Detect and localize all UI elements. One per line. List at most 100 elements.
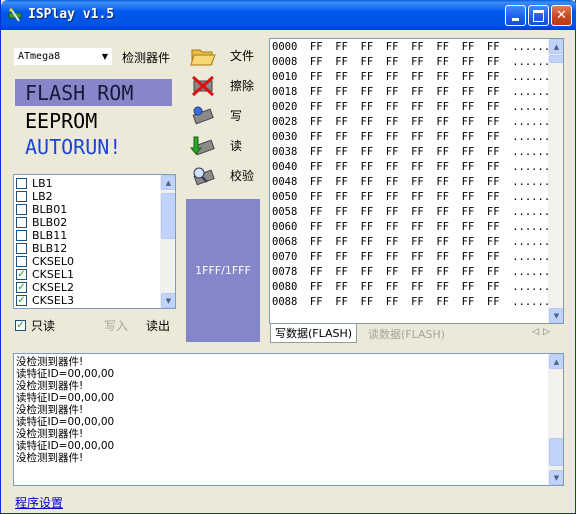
detect-device-button[interactable]: 检测器件 xyxy=(122,49,170,66)
fuse-item[interactable]: LB2 xyxy=(14,190,175,203)
write-button[interactable]: 写 xyxy=(186,102,260,129)
hex-row: 0068 FF FF FF FF FF FF FF FF ........ xyxy=(272,236,563,248)
readonly-label: 只读 xyxy=(31,319,56,333)
fuse-bit-list[interactable]: LB1 LB2 BLB01 BLB02 BLB11 BLB12 CKSEL0 ✓ CKSEL1 ✓… xyxy=(13,174,176,309)
hex-row: 0008 FF FF FF FF FF FF FF FF ........ xyxy=(272,56,563,68)
fuse-item-label: LB2 xyxy=(32,190,53,203)
scroll-up-icon[interactable]: ▲ xyxy=(549,354,563,369)
log-scrollbar[interactable]: ▲ ▼ xyxy=(548,354,563,485)
fuse-item-label: CKSEL2 xyxy=(32,281,74,294)
fuse-item-label: BLB02 xyxy=(32,216,68,229)
log-output[interactable]: 没检测到器件! 读特征ID=00,00,00 没检测到器件! 读特征ID=00,00,… xyxy=(13,353,564,486)
checkbox-icon[interactable]: ✓ xyxy=(15,320,26,331)
hex-row: 0080 FF FF FF FF FF FF FF FF ........ xyxy=(272,281,563,293)
memory-flash-rom[interactable]: FLASH ROM xyxy=(15,79,172,106)
hex-row: 0010 FF FF FF FF FF FF FF FF ........ xyxy=(272,71,563,83)
checkbox-icon[interactable] xyxy=(16,230,27,241)
chip-read-icon xyxy=(190,136,215,155)
log-line: 读特征ID=00,00,00 xyxy=(16,368,115,380)
log-line: 没检测到器件! xyxy=(16,404,84,416)
hex-view[interactable]: 0000 FF FF FF FF FF FF FF FF ........ 000… xyxy=(269,38,564,324)
checkbox-icon[interactable]: ✓ xyxy=(16,295,27,306)
scroll-thumb[interactable] xyxy=(549,438,563,466)
checkbox-icon[interactable] xyxy=(16,217,27,228)
chip-verify-icon xyxy=(193,167,215,185)
fuse-item-label: CKSEL0 xyxy=(32,255,74,268)
progress-text: 1FFF/1FFF xyxy=(195,264,251,277)
checkbox-icon[interactable] xyxy=(16,256,27,267)
log-line: 没检测到器件! xyxy=(16,380,84,392)
minimize-button[interactable] xyxy=(505,5,526,26)
scroll-thumb[interactable] xyxy=(549,55,563,63)
fuse-item[interactable]: ✓ CKSEL2 xyxy=(14,281,175,294)
chip-select-value: ATmega8 xyxy=(18,51,61,62)
checkbox-icon[interactable] xyxy=(16,204,27,215)
program-settings-link[interactable]: 程序设置 xyxy=(15,494,63,511)
scroll-down-icon[interactable]: ▼ xyxy=(549,308,563,323)
file-button-label: 文件 xyxy=(230,49,255,63)
progress-panel: 1FFF/1FFF xyxy=(186,199,260,342)
fuse-item-label: BLB12 xyxy=(32,242,68,255)
tab-read-data[interactable]: 读数据(FLASH) xyxy=(364,324,449,343)
write-button-label: 写 xyxy=(230,109,243,123)
fuse-item-label: LB1 xyxy=(32,177,53,190)
title-bar[interactable]: ISPlay v1.5 xyxy=(1,0,576,30)
scroll-up-icon[interactable]: ▲ xyxy=(161,175,175,190)
log-line: 没检测到器件! xyxy=(16,356,84,368)
write-fuse-button[interactable]: 写入 xyxy=(104,317,128,334)
chip-write-icon xyxy=(192,106,214,124)
hex-row: 0060 FF FF FF FF FF FF FF FF ........ xyxy=(272,221,563,233)
close-button[interactable] xyxy=(551,5,572,26)
hex-row: 0028 FF FF FF FF FF FF FF FF ........ xyxy=(272,116,563,128)
maximize-button[interactable] xyxy=(528,5,549,26)
read-fuse-button[interactable]: 读出 xyxy=(146,317,170,334)
fuse-item[interactable]: ✓ CKSEL3 xyxy=(14,294,175,307)
hex-row: 0050 FF FF FF FF FF FF FF FF ........ xyxy=(272,191,563,203)
scroll-thumb[interactable] xyxy=(161,193,175,239)
hex-row: 0040 FF FF FF FF FF FF FF FF ........ xyxy=(272,161,563,173)
scroll-up-icon[interactable]: ▲ xyxy=(549,39,563,54)
hex-row: 0000 FF FF FF FF FF FF FF FF ........ xyxy=(272,41,563,53)
chevron-down-icon[interactable]: ▼ xyxy=(98,48,112,65)
hex-row: 0058 FF FF FF FF FF FF FF FF ........ xyxy=(272,206,563,218)
erase-button-label: 擦除 xyxy=(230,79,255,93)
read-button[interactable]: 读 xyxy=(186,132,260,159)
erase-button[interactable]: 擦除 xyxy=(186,72,260,99)
hex-row: 0070 FF FF FF FF FF FF FF FF ........ xyxy=(272,251,563,263)
fuse-item-label: CKSEL1 xyxy=(32,268,74,281)
fuse-item[interactable]: LB1 xyxy=(14,177,175,190)
hex-row: 0018 FF FF FF FF FF FF FF FF ........ xyxy=(272,86,563,98)
fuse-list-scrollbar[interactable]: ▲ ▼ xyxy=(160,175,175,308)
checkbox-icon[interactable]: ✓ xyxy=(16,282,27,293)
fuse-item[interactable]: CKSEL0 xyxy=(14,255,175,268)
fuse-item[interactable]: ✓ CKSEL1 xyxy=(14,268,175,281)
fuse-item[interactable]: BLB11 xyxy=(14,229,175,242)
log-line: 读特征ID=00,00,00 xyxy=(16,392,115,404)
chip-erase-icon xyxy=(191,75,215,96)
fuse-item[interactable]: BLB12 xyxy=(14,242,175,255)
memory-eeprom[interactable]: EEPROM xyxy=(15,107,172,134)
verify-button-label: 校验 xyxy=(230,169,255,183)
tab-scroll-arrows-icon[interactable]: ◁▷ xyxy=(532,327,554,337)
checkbox-icon[interactable]: ✓ xyxy=(16,269,27,280)
log-line: 没检测到器件! xyxy=(16,428,84,440)
checkbox-icon[interactable] xyxy=(16,191,27,202)
data-tab-bar: 写数据(FLASH) 读数据(FLASH) ◁▷ xyxy=(269,324,564,344)
file-button[interactable]: 文件 xyxy=(186,42,260,69)
tab-write-data[interactable]: 写数据(FLASH) xyxy=(270,324,358,343)
window-title: ISPlay v1.5 xyxy=(28,7,115,22)
app-icon xyxy=(8,8,22,22)
hex-scrollbar[interactable]: ▲ ▼ xyxy=(548,39,563,323)
scroll-down-icon[interactable]: ▼ xyxy=(549,470,563,485)
hex-row: 0030 FF FF FF FF FF FF FF FF ........ xyxy=(272,131,563,143)
log-line: 读特征ID=00,00,00 xyxy=(16,440,115,452)
checkbox-icon[interactable] xyxy=(16,243,27,254)
readonly-checkbox[interactable]: ✓ 只读 xyxy=(15,317,55,334)
fuse-item[interactable]: BLB02 xyxy=(14,216,175,229)
verify-button[interactable]: 校验 xyxy=(186,162,260,189)
memory-autorun[interactable]: AUTORUN! xyxy=(15,133,172,160)
scroll-down-icon[interactable]: ▼ xyxy=(161,293,175,308)
chip-select[interactable]: ATmega8 ▼ xyxy=(13,47,113,66)
checkbox-icon[interactable] xyxy=(16,178,27,189)
fuse-item[interactable]: BLB01 xyxy=(14,203,175,216)
